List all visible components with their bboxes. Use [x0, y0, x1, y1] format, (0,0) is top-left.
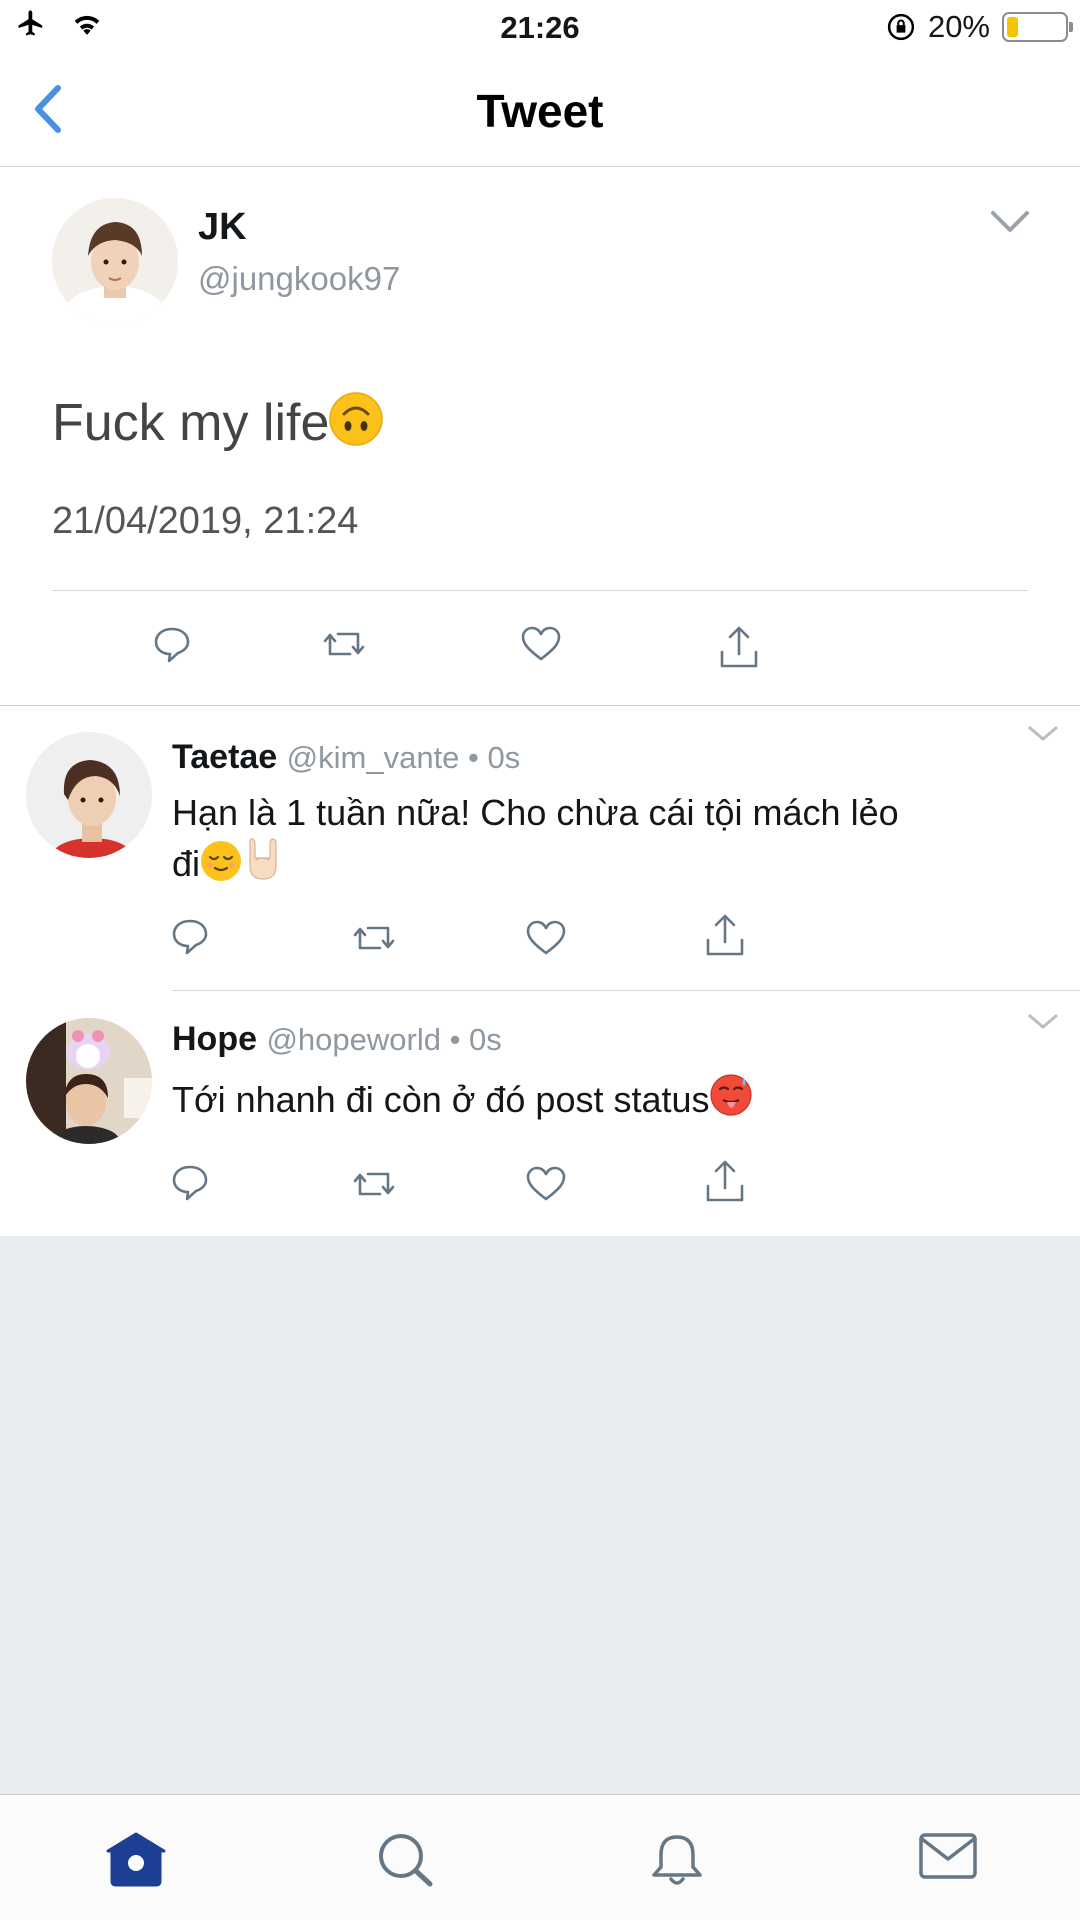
- reply-time: • 0s: [440, 1022, 502, 1057]
- battery-icon: [1002, 12, 1073, 42]
- user-name[interactable]: JK: [198, 206, 247, 249]
- user-handle[interactable]: @jungkook97: [198, 260, 400, 298]
- chevron-down-icon[interactable]: [990, 210, 1030, 234]
- share-icon[interactable]: [704, 1158, 746, 1204]
- upside-down-face-emoji: [329, 392, 384, 446]
- reply-icon[interactable]: [152, 624, 192, 664]
- reply-item[interactable]: Hope @hopeworld • 0s Tới nhanh đi còn ở …: [0, 992, 1080, 1236]
- page-title: Tweet: [476, 85, 604, 137]
- tweet-text-content: Fuck my life: [52, 394, 330, 452]
- reply-user-name[interactable]: Hope: [172, 1020, 257, 1058]
- battery-percent: 20%: [927, 9, 990, 44]
- battery-level: [1007, 17, 1018, 37]
- notifications-icon[interactable]: [648, 1831, 706, 1889]
- reply-user-name[interactable]: Taetae: [172, 738, 277, 776]
- retweet-icon[interactable]: [352, 1164, 396, 1204]
- share-icon[interactable]: [718, 624, 760, 670]
- hot-face-emoji: [709, 1074, 752, 1118]
- tab-bar: [0, 1794, 1080, 1920]
- tweet-text: Fuck my life: [52, 392, 384, 453]
- reply-text-line: Tới nhanh đi còn ở đó post status: [172, 1079, 710, 1120]
- reply-text: Hạn là 1 tuần nữa! Cho chừa cái tội mách…: [172, 790, 1002, 887]
- reply-text-line: đi: [172, 843, 201, 884]
- relieved-face-emoji: [200, 840, 242, 882]
- reply-text-line: Hạn là 1 tuần nữa! Cho chừa cái tội mách…: [172, 792, 899, 833]
- avatar[interactable]: [26, 732, 152, 858]
- search-icon[interactable]: [376, 1831, 436, 1887]
- reply-time: • 0s: [459, 740, 521, 775]
- share-icon[interactable]: [704, 912, 746, 958]
- chevron-down-icon[interactable]: [1028, 726, 1058, 742]
- reply-text: Tới nhanh đi còn ở đó post status: [172, 1074, 1002, 1123]
- reply-icon[interactable]: [170, 916, 210, 956]
- reply-icon[interactable]: [170, 1162, 210, 1202]
- sign-of-horns-emoji: [242, 836, 284, 882]
- like-icon[interactable]: [525, 918, 567, 958]
- empty-area: [0, 1236, 1080, 1794]
- status-bar: 21:26 20%: [0, 0, 1080, 54]
- messages-icon[interactable]: [918, 1831, 978, 1881]
- reply-user-handle[interactable]: @hopeworld: [266, 1022, 441, 1057]
- reply-header: Hope @hopeworld • 0s: [172, 1020, 502, 1059]
- orientation-lock-icon: [886, 12, 916, 42]
- divider: [172, 990, 1080, 991]
- reply-header: Taetae @kim_vante • 0s: [172, 738, 520, 777]
- reply-item[interactable]: Taetae @kim_vante • 0s Hạn là 1 tuần nữa…: [0, 708, 1080, 991]
- avatar[interactable]: [26, 1018, 152, 1144]
- chevron-down-icon[interactable]: [1028, 1014, 1058, 1030]
- like-icon[interactable]: [525, 1164, 567, 1204]
- main-tweet: JK @jungkook97 Fuck my life 21/04/2019, …: [0, 168, 1080, 706]
- nav-bar: Tweet: [0, 54, 1080, 167]
- home-icon[interactable]: [104, 1831, 168, 1887]
- retweet-icon[interactable]: [322, 624, 366, 664]
- tweet-timestamp: 21/04/2019, 21:24: [52, 500, 359, 542]
- retweet-icon[interactable]: [352, 918, 396, 958]
- reply-user-handle[interactable]: @kim_vante: [287, 740, 460, 775]
- divider: [52, 590, 1028, 591]
- status-right: 20%: [886, 9, 1073, 45]
- like-icon[interactable]: [520, 624, 562, 664]
- avatar[interactable]: [52, 198, 178, 324]
- reply-text-line-2: đi: [172, 836, 1002, 887]
